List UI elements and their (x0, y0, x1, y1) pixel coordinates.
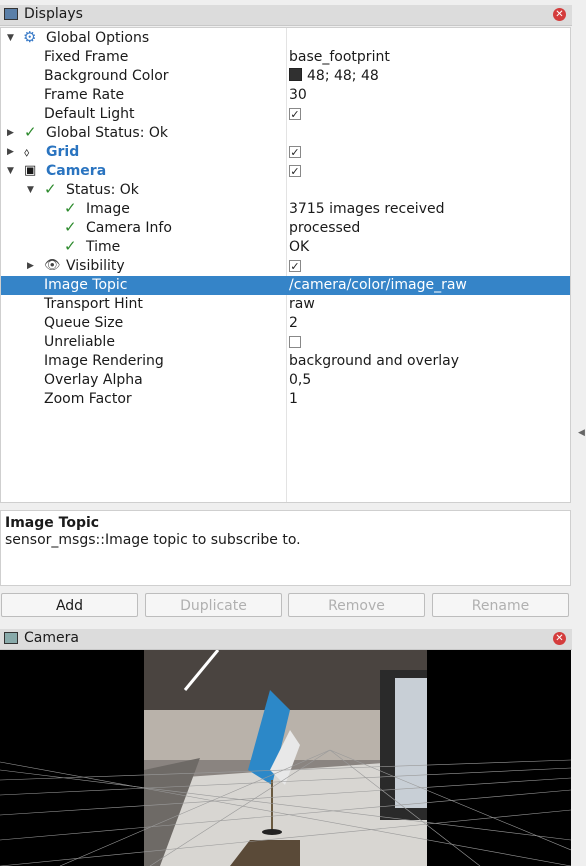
row-value[interactable]: 30 (289, 87, 307, 103)
grid-icon: ⬨ (24, 145, 30, 159)
tree-row-image-rendering[interactable]: Image Rendering background and overlay (1, 352, 570, 371)
row-name: Image (86, 201, 130, 217)
row-name: Time (86, 239, 121, 255)
visibility-checkbox[interactable]: ✓ (289, 260, 301, 272)
displays-panel-icon (4, 8, 18, 20)
tree-row-camera-info-status[interactable]: ✓ Camera Info processed (1, 218, 570, 238)
close-icon[interactable]: ✕ (553, 632, 566, 645)
close-icon[interactable]: ✕ (553, 8, 566, 21)
tree-row-queue-size[interactable]: Queue Size 2 (1, 314, 570, 333)
row-value[interactable]: 2 (289, 315, 298, 331)
rename-button[interactable]: Rename (432, 593, 569, 617)
check-icon: ✓ (64, 237, 77, 255)
tree-row-transport-hint[interactable]: Transport Hint raw (1, 295, 570, 314)
color-swatch (289, 68, 302, 81)
row-name: Default Light (44, 106, 135, 122)
grid-enabled-checkbox[interactable]: ✓ (289, 146, 301, 158)
row-name: Background Color (44, 68, 169, 84)
row-name: Camera (46, 163, 107, 179)
check-icon: ✓ (64, 218, 77, 236)
row-name: Camera Info (86, 220, 172, 236)
tree-row-visibility[interactable]: ▶ 👁 Visibility ✓ (1, 257, 570, 276)
row-name: Frame Rate (44, 87, 125, 103)
tree-row-global-options[interactable]: ▼ ⚙ Global Options (1, 28, 570, 48)
check-icon: ✓ (44, 180, 57, 198)
row-name: Image Topic (44, 277, 128, 293)
row-value[interactable]: raw (289, 296, 315, 312)
description-text: sensor_msgs::Image topic to subscribe to… (5, 532, 301, 548)
tree-row-time-status[interactable]: ✓ Time OK (1, 237, 570, 257)
color-value[interactable]: 48; 48; 48 (289, 68, 379, 84)
expand-arrow-down-icon[interactable]: ▼ (7, 166, 14, 176)
unreliable-checkbox[interactable] (289, 336, 301, 348)
row-name: Global Status: Ok (46, 125, 169, 141)
tree-row-image-status[interactable]: ✓ Image 3715 images received (1, 199, 570, 219)
tree-row-background-color[interactable]: Background Color 48; 48; 48 (1, 67, 570, 86)
row-value: processed (289, 220, 361, 236)
row-name: Zoom Factor (44, 391, 132, 407)
camera-titlebar: Camera ✕ (0, 629, 572, 650)
tree-row-global-status[interactable]: ▶ ✓ Global Status: Ok (1, 123, 570, 143)
camera-image-view[interactable] (0, 650, 571, 866)
displays-tree: ▼ ⚙ Global Options Fixed Frame base_foot… (0, 27, 571, 503)
property-description: Image Topic sensor_msgs::Image topic to … (0, 510, 571, 586)
expand-arrow-right-icon[interactable]: ▶ (27, 261, 34, 271)
row-name: Fixed Frame (44, 49, 129, 65)
row-value[interactable]: 1 (289, 391, 298, 407)
row-value[interactable]: base_footprint (289, 49, 390, 65)
row-value[interactable]: background and overlay (289, 353, 459, 369)
displays-titlebar: Displays ✕ (0, 5, 572, 26)
expand-arrow-right-icon[interactable]: ▶ (7, 147, 14, 157)
row-name: Visibility (66, 258, 125, 274)
tree-row-fixed-frame[interactable]: Fixed Frame base_footprint (1, 48, 570, 67)
remove-button[interactable]: Remove (288, 593, 425, 617)
row-name: Grid (46, 144, 80, 160)
tree-row-grid[interactable]: ▶ ⬨ Grid ✓ (1, 143, 570, 162)
check-icon: ✓ (64, 199, 77, 217)
row-name: Status: Ok (66, 182, 139, 198)
gear-icon: ⚙ (23, 28, 37, 46)
expand-arrow-right-icon[interactable]: ▶ (7, 128, 14, 138)
row-value: 48; 48; 48 (307, 68, 379, 84)
tree-row-camera-status[interactable]: ▼ ✓ Status: Ok (1, 180, 570, 200)
camera-feed-image (0, 650, 571, 866)
default-light-checkbox[interactable]: ✓ (289, 108, 301, 120)
expand-arrow-down-icon[interactable]: ▼ (7, 33, 14, 43)
tree-row-image-topic[interactable]: Image Topic /camera/color/image_raw (1, 276, 570, 295)
row-value: 3715 images received (289, 201, 445, 217)
splitter-handle-icon[interactable]: ◀ (578, 428, 585, 438)
row-value: OK (289, 239, 310, 255)
tree-row-default-light[interactable]: Default Light ✓ (1, 105, 570, 124)
expand-arrow-down-icon[interactable]: ▼ (27, 185, 34, 195)
camera-display-icon: ▣ (24, 163, 37, 178)
tree-row-unreliable[interactable]: Unreliable (1, 333, 570, 352)
row-name: Global Options (46, 30, 150, 46)
row-name: Unreliable (44, 334, 115, 350)
camera-enabled-checkbox[interactable]: ✓ (289, 165, 301, 177)
row-value[interactable]: /camera/color/image_raw (289, 277, 467, 293)
row-name: Image Rendering (44, 353, 164, 369)
check-icon: ✓ (24, 123, 37, 141)
displays-title: Displays (24, 6, 83, 22)
row-name: Transport Hint (44, 296, 143, 312)
tree-row-zoom-factor[interactable]: Zoom Factor 1 (1, 390, 570, 409)
add-button[interactable]: Add (1, 593, 138, 617)
tree-row-overlay-alpha[interactable]: Overlay Alpha 0,5 (1, 371, 570, 390)
camera-panel-title: Camera (24, 630, 79, 646)
row-name: Queue Size (44, 315, 124, 331)
row-value[interactable]: 0,5 (289, 372, 311, 388)
tree-row-frame-rate[interactable]: Frame Rate 30 (1, 86, 570, 105)
description-title: Image Topic (5, 515, 100, 531)
duplicate-button[interactable]: Duplicate (145, 593, 282, 617)
tree-row-camera[interactable]: ▼ ▣ Camera ✓ (1, 162, 570, 181)
camera-panel-icon (4, 632, 18, 644)
eye-icon: 👁 (44, 258, 61, 273)
row-name: Overlay Alpha (44, 372, 143, 388)
